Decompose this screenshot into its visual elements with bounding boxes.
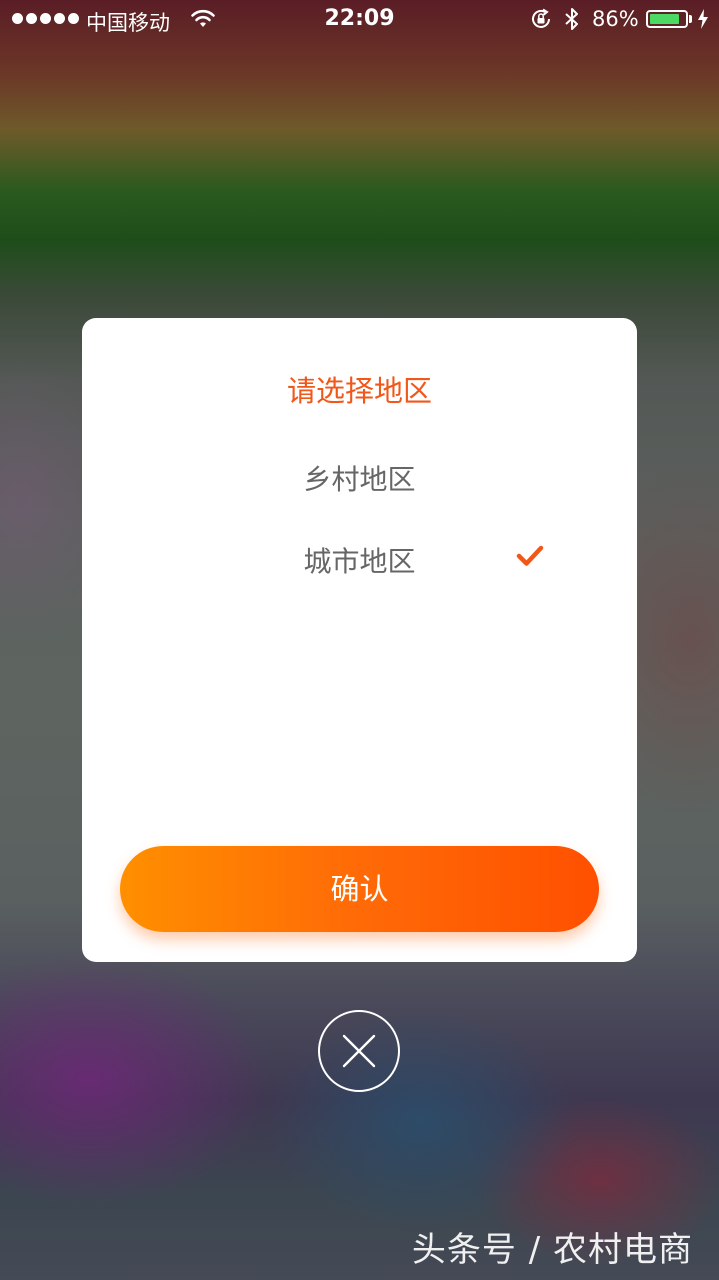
charging-icon (698, 9, 708, 29)
check-icon (516, 545, 544, 566)
option-label: 城市地区 (303, 545, 416, 578)
rotation-lock-icon (532, 8, 550, 28)
close-icon (342, 1034, 376, 1068)
status-bar: 中国移动 22:09 86% (0, 0, 719, 40)
bluetooth-icon (565, 8, 578, 30)
battery-fill (650, 14, 680, 24)
option-city[interactable]: 城市地区 (82, 528, 637, 588)
close-button[interactable] (318, 1010, 400, 1092)
battery-percent: 86% (592, 7, 639, 31)
battery-tip (689, 15, 692, 23)
battery-icon (646, 10, 688, 28)
region-select-dialog: 请选择地区 乡村地区 城市地区 确认 (82, 318, 637, 962)
watermark: 头条号 / 农村电商 (411, 1230, 693, 1270)
dialog-title: 请选择地区 (286, 374, 432, 408)
confirm-button[interactable]: 确认 (120, 846, 599, 932)
option-label: 乡村地区 (303, 463, 416, 496)
screen: 中国移动 22:09 86% 请选择地区 乡村地区 城市地区 确认 头条号 / … (0, 0, 719, 1280)
option-rural[interactable]: 乡村地区 (82, 446, 637, 506)
